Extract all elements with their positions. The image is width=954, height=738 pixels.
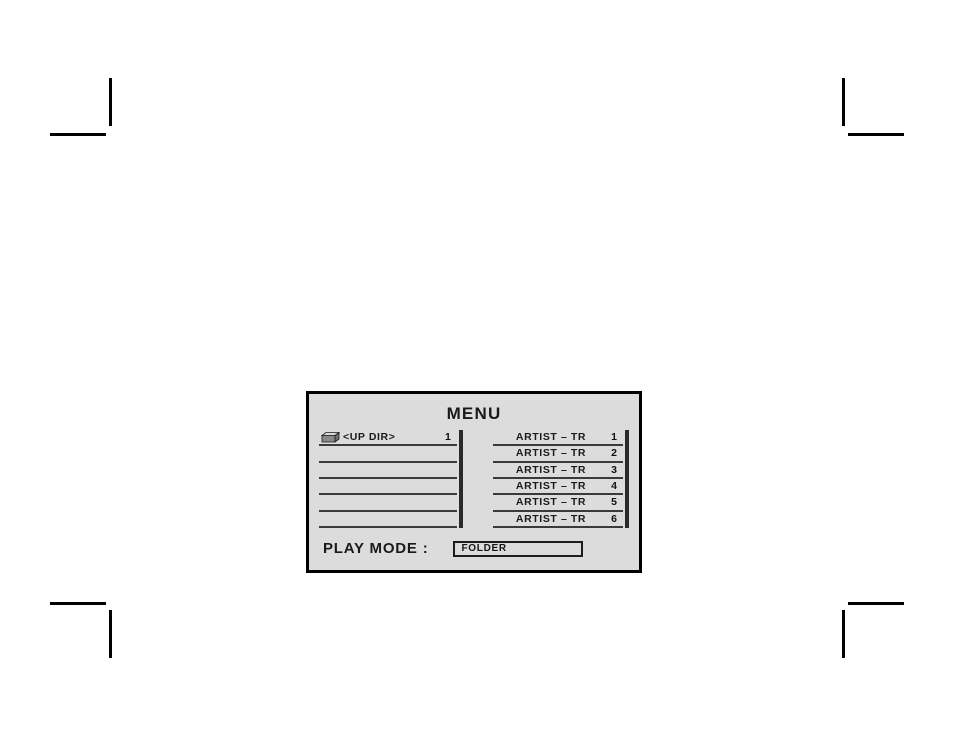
play-mode-row: PLAY MODE : FOLDER <box>309 540 639 557</box>
play-mode-label: PLAY MODE : <box>323 540 429 557</box>
crop-mark-top-left-vertical <box>109 78 112 126</box>
track-list-scroll-rail[interactable] <box>625 430 629 528</box>
folder-icon <box>321 431 340 443</box>
list-item[interactable]: ARTIST – TR 3 <box>492 462 623 479</box>
crop-mark-bottom-left-horizontal <box>50 602 106 605</box>
list-item-label: ARTIST – TR <box>515 463 587 476</box>
list-item[interactable] <box>319 478 457 496</box>
list-item-label: ARTIST – TR <box>515 512 587 525</box>
list-item[interactable]: ARTIST – TR 5 <box>492 495 623 512</box>
list-item[interactable]: ARTIST – TR 1 <box>492 430 623 447</box>
crop-mark-bottom-right-horizontal <box>848 602 904 605</box>
crop-mark-bottom-left-vertical <box>109 610 112 658</box>
list-item[interactable] <box>319 446 457 463</box>
play-mode-value: FOLDER <box>461 543 507 554</box>
list-item[interactable]: ARTIST – TR 6 <box>492 511 623 528</box>
osd-menu-panel: MENU <UP DIR> 1 ARTIST – TR 1 ARTIST – T… <box>306 391 642 573</box>
list-item[interactable] <box>319 495 457 512</box>
crop-mark-top-right-vertical <box>842 78 845 126</box>
list-item-label: <UP DIR> <box>343 431 396 444</box>
list-item[interactable]: <UP DIR> 1 <box>319 430 457 447</box>
list-item-label: ARTIST – TR <box>515 480 587 493</box>
crop-mark-top-left-horizontal <box>50 133 106 136</box>
list-item-label: ARTIST – TR <box>515 496 587 509</box>
list-item-label: ARTIST – TR <box>515 431 587 444</box>
list-item[interactable] <box>319 462 457 479</box>
menu-lists-container: <UP DIR> 1 ARTIST – TR 1 ARTIST – TR 2 A… <box>309 430 639 528</box>
list-item[interactable]: ARTIST – TR 4 <box>492 478 623 496</box>
crop-mark-bottom-right-vertical <box>842 610 845 658</box>
track-list-rows: ARTIST – TR 1 ARTIST – TR 2 ARTIST – TR … <box>492 430 623 528</box>
list-item-number: 2 <box>611 447 617 460</box>
list-item-number: 1 <box>445 431 451 444</box>
list-item-number: 5 <box>611 496 617 509</box>
list-item-number: 1 <box>611 431 617 444</box>
crop-mark-top-right-horizontal <box>848 133 904 136</box>
folder-list-rows: <UP DIR> 1 <box>319 430 457 528</box>
list-item-number: 6 <box>611 512 617 525</box>
list-item[interactable]: ARTIST – TR 2 <box>492 446 623 463</box>
list-item-number: 4 <box>611 480 617 493</box>
track-list: ARTIST – TR 1 ARTIST – TR 2 ARTIST – TR … <box>492 430 629 528</box>
list-item[interactable] <box>319 511 457 528</box>
page-title: MENU <box>446 404 502 423</box>
folder-list: <UP DIR> 1 <box>319 430 463 528</box>
list-item-label: ARTIST – TR <box>515 447 587 460</box>
folder-list-scroll-rail[interactable] <box>458 430 463 528</box>
play-mode-select[interactable]: FOLDER <box>452 540 583 557</box>
list-item-number: 3 <box>611 463 617 476</box>
